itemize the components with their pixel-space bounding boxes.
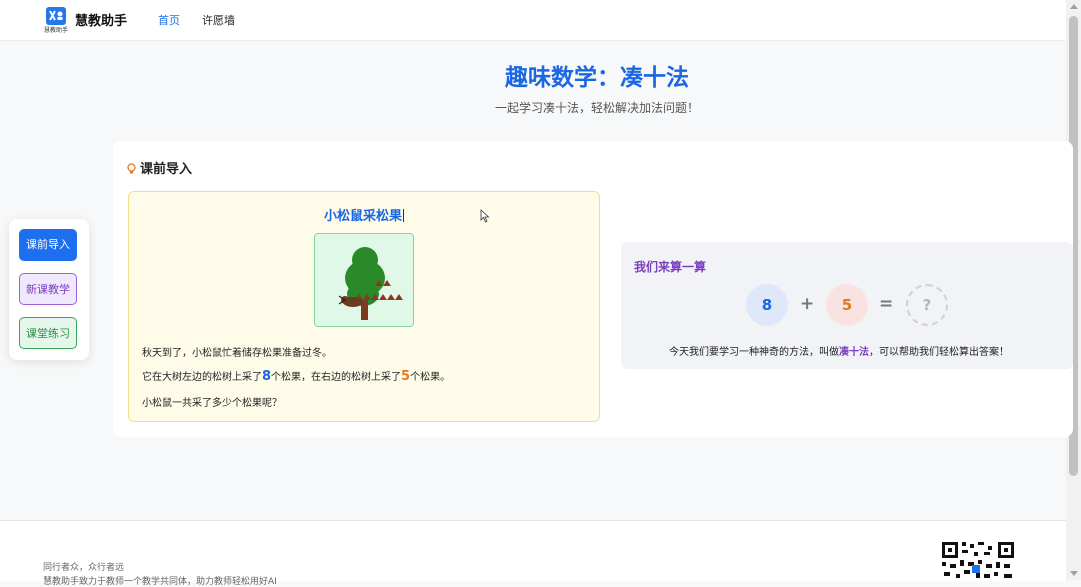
tab-class-practice[interactable]: 课堂练习 — [19, 317, 77, 349]
story-line-2-part-c: 个松果。 — [410, 372, 451, 383]
top-navbar: 慧教助手 慧教助手 首页 许愿墙 — [0, 0, 1066, 41]
left-count: 8 — [262, 369, 272, 384]
page-subtitle: 一起学习凑十法，轻松解决加法问题！ — [494, 101, 699, 115]
calc-description: 今天我们要学习一种神奇的方法，叫做凑十法，可以帮助我们轻松算出答案！ — [669, 343, 1009, 358]
story-line-2: 它在大树左边的松树上采了8个松果，在右边的松树上采了5个松果。 — [142, 368, 450, 384]
story-line-1: 秋天到了，小松鼠忙着储存松果准备过冬。 — [142, 348, 332, 359]
logo-caption: 慧教助手 — [44, 27, 69, 34]
tree-with-squirrel-illustration — [314, 233, 414, 327]
tab-pre-class-intro[interactable]: 课前导入 — [19, 229, 77, 261]
page-title: 趣味数学：凑十法 — [505, 65, 689, 91]
tab-new-lesson[interactable]: 新课教学 — [19, 273, 77, 305]
story-line-2-part-b: 个松果，在右边的松树上采了 — [271, 372, 402, 383]
story-title: 小松鼠采松果 — [128, 205, 600, 224]
section-title-text: 课前导入 — [140, 162, 193, 177]
calc-desc-highlight: 凑十法 — [839, 347, 869, 358]
nav-link-wish-wall[interactable]: 许愿墙 — [202, 12, 235, 28]
plus-sign: + — [800, 294, 815, 314]
text-caret — [403, 209, 404, 222]
result-placeholder[interactable]: ? — [906, 284, 948, 326]
nav-link-home[interactable]: 首页 — [158, 12, 180, 28]
right-count: 5 — [401, 369, 411, 384]
scroll-up-arrow-icon[interactable] — [1070, 4, 1078, 9]
story-line-2-part-a: 它在大树左边的松树上采了 — [142, 372, 262, 383]
qr-code-icon — [938, 538, 1018, 580]
mouse-pointer-icon — [480, 208, 490, 227]
equals-sign: = — [879, 294, 894, 314]
calc-title: 我们来算一算 — [634, 260, 707, 274]
footer-description: 慧教助手致力于教师一个教学共同体，助力教师轻松用好AI — [43, 577, 277, 587]
calc-desc-part-b: ，可以帮助我们轻松算出答案！ — [869, 347, 1009, 358]
story-line-3: 小松鼠一共采了多少个松果呢？ — [142, 398, 282, 409]
section-heading: 课前导入 — [127, 158, 192, 179]
scroll-down-arrow-icon[interactable] — [1070, 571, 1078, 576]
addend-a: 8 — [746, 284, 788, 326]
lightbulb-icon — [127, 163, 136, 179]
addend-b: 5 — [826, 284, 868, 326]
brand-name[interactable]: 慧教助手 — [75, 10, 127, 29]
app-logo-icon[interactable] — [46, 7, 66, 25]
page-footer — [0, 520, 1066, 581]
footer-slogan: 同行者众，众行者远 — [43, 563, 125, 573]
story-title-text: 小松鼠采松果 — [323, 209, 402, 224]
lesson-step-panel: 课前导入 新课教学 课堂练习 — [9, 219, 89, 360]
calc-desc-part-a: 今天我们要学习一种神奇的方法，叫做 — [669, 347, 839, 358]
